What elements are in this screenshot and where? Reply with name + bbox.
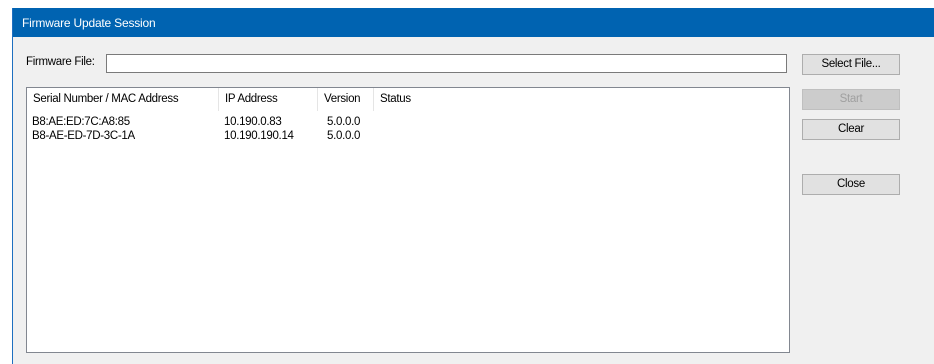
- device-list-header: Serial Number / MAC Address IP Address V…: [27, 88, 789, 111]
- table-row[interactable]: B8-AE-ED-7D-3C-1A 10.190.190.14 5.0.0.0: [27, 129, 789, 143]
- column-header-status[interactable]: Status: [374, 88, 789, 111]
- version-cell: 5.0.0.0: [327, 130, 361, 142]
- version-cell: 5.0.0.0: [327, 116, 361, 128]
- serial-cell: B8:AE:ED:7C:A8:85: [32, 116, 130, 128]
- clear-button[interactable]: Clear: [802, 119, 900, 140]
- firmware-file-input[interactable]: [106, 54, 787, 73]
- window-title: Firmware Update Session: [22, 16, 156, 30]
- column-header-serial[interactable]: Serial Number / MAC Address: [27, 88, 219, 111]
- start-button[interactable]: Start: [802, 89, 900, 110]
- ip-cell: 10.190.0.83: [224, 116, 282, 128]
- ip-cell: 10.190.190.14: [224, 130, 294, 142]
- close-button[interactable]: Close: [802, 174, 900, 195]
- title-bar[interactable]: Firmware Update Session: [13, 8, 934, 37]
- table-row[interactable]: B8:AE:ED:7C:A8:85 10.190.0.83 5.0.0.0: [27, 115, 789, 129]
- device-list[interactable]: Serial Number / MAC Address IP Address V…: [26, 87, 790, 353]
- firmware-file-label: Firmware File:: [26, 56, 95, 68]
- column-header-ip[interactable]: IP Address: [219, 88, 318, 111]
- column-header-version[interactable]: Version: [318, 88, 374, 111]
- serial-cell: B8-AE-ED-7D-3C-1A: [32, 130, 135, 142]
- select-file-button[interactable]: Select File...: [802, 54, 900, 75]
- firmware-update-window: Firmware Update Session Firmware File: S…: [12, 8, 934, 364]
